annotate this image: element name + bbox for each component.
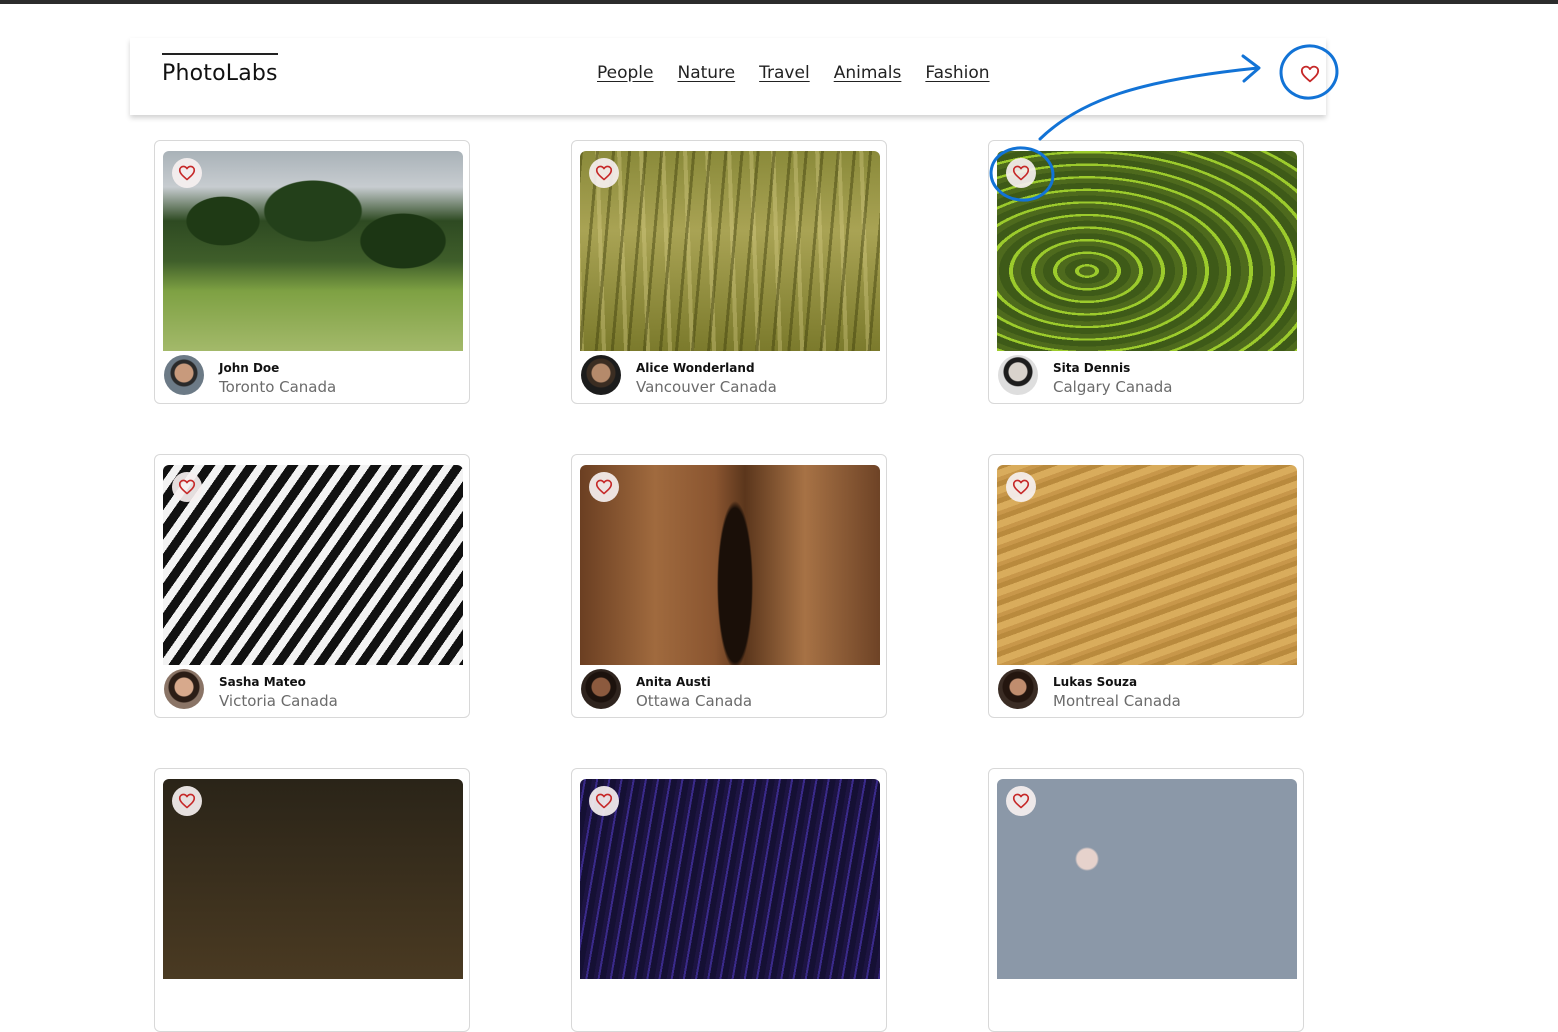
heart-icon [1012, 793, 1030, 809]
photo-location: Victoria Canada [219, 692, 338, 710]
photo-location: Vancouver Canada [636, 378, 777, 396]
topic-fashion[interactable]: Fashion [925, 63, 989, 83]
photo-image[interactable] [163, 465, 463, 665]
app-logo[interactable]: PhotoLabs [162, 53, 278, 87]
photo-card: Alice Wonderland Vancouver Canada [571, 140, 887, 404]
photo-image[interactable] [580, 779, 880, 979]
heart-icon [178, 793, 196, 809]
heart-icon [178, 165, 196, 181]
photo-card [988, 768, 1304, 1032]
heart-icon [595, 793, 613, 809]
photographer-name: John Doe [219, 361, 280, 375]
like-button[interactable] [1006, 472, 1036, 502]
heart-icon [1300, 65, 1320, 83]
like-button[interactable] [589, 786, 619, 816]
photo-image[interactable] [580, 151, 880, 351]
photographer-name: Anita Austi [636, 675, 711, 689]
photographer-name: Lukas Souza [1053, 675, 1138, 689]
like-button[interactable] [1006, 158, 1036, 188]
heart-icon [1012, 479, 1030, 495]
photo-image[interactable] [163, 779, 463, 979]
topic-animals[interactable]: Animals [834, 63, 902, 83]
photo-card: Anita Austi Ottawa Canada [571, 454, 887, 718]
like-button[interactable] [172, 786, 202, 816]
photographer-name: Sasha Mateo [219, 675, 306, 689]
photographer-name: Alice Wonderland [636, 361, 755, 375]
user-avatar [164, 355, 204, 395]
like-button[interactable] [172, 158, 202, 188]
photo-card: Sasha Mateo Victoria Canada [154, 454, 470, 718]
photo-location: Calgary Canada [1053, 378, 1173, 396]
topic-travel[interactable]: Travel [759, 63, 810, 83]
photographer-name: Sita Dennis [1053, 361, 1131, 375]
photo-image[interactable] [997, 151, 1297, 351]
photo-card [154, 768, 470, 1032]
like-button[interactable] [172, 472, 202, 502]
like-button[interactable] [589, 472, 619, 502]
topic-list: People Nature Travel Animals Fashion [597, 63, 990, 83]
user-avatar [581, 669, 621, 709]
heart-icon [1012, 165, 1030, 181]
heart-icon [178, 479, 196, 495]
photo-location: Ottawa Canada [636, 692, 753, 710]
user-avatar [164, 669, 204, 709]
heart-icon [595, 165, 613, 181]
favourites-button[interactable] [1296, 60, 1324, 88]
photo-image[interactable] [580, 465, 880, 665]
photo-card: John Doe Toronto Canada [154, 140, 470, 404]
photo-card: Sita Dennis Calgary Canada [988, 140, 1304, 404]
photo-image[interactable] [163, 151, 463, 351]
photo-card: Lukas Souza Montreal Canada [988, 454, 1304, 718]
user-avatar [998, 669, 1038, 709]
topic-nature[interactable]: Nature [677, 63, 735, 83]
like-button[interactable] [589, 158, 619, 188]
top-navigation-bar: PhotoLabs People Nature Travel Animals F… [130, 38, 1326, 115]
user-avatar [581, 355, 621, 395]
photo-location: Toronto Canada [219, 378, 337, 396]
photo-image[interactable] [997, 779, 1297, 979]
photo-image[interactable] [997, 465, 1297, 665]
photo-card [571, 768, 887, 1032]
user-avatar [998, 355, 1038, 395]
heart-icon [595, 479, 613, 495]
topic-people[interactable]: People [597, 63, 653, 83]
like-button[interactable] [1006, 786, 1036, 816]
window-top-border [0, 0, 1558, 4]
photo-location: Montreal Canada [1053, 692, 1181, 710]
